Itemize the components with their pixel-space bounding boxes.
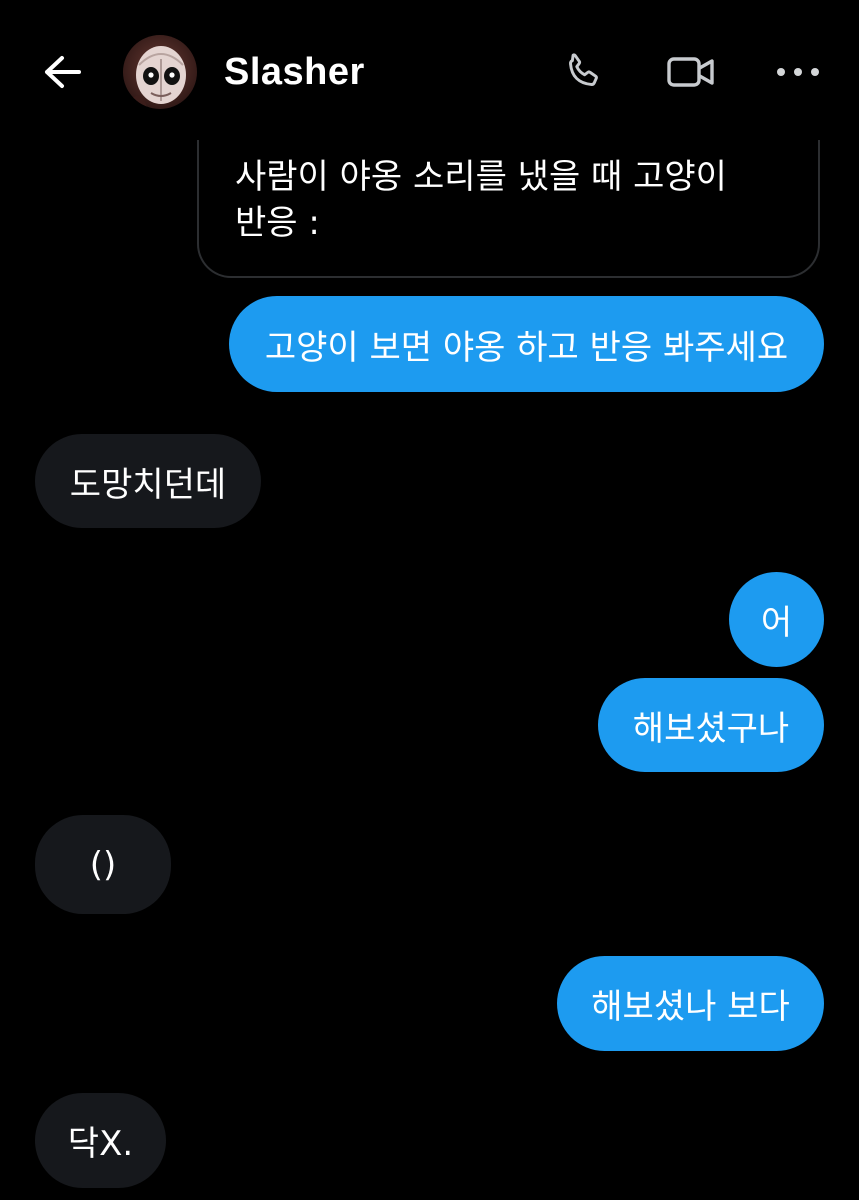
avatar-mask-image <box>123 35 197 109</box>
quoted-message-card[interactable]: 사람이 야옹 소리를 냈을 때 고양이 반응 : <box>197 118 820 278</box>
message-text: () <box>89 844 117 885</box>
avatar[interactable] <box>123 35 197 109</box>
message-text: 해보셨구나 <box>632 708 790 749</box>
message-bubble-received[interactable]: 도망치던데 <box>35 434 261 528</box>
message-bubble-sent[interactable]: 해보셨구나 <box>598 678 824 772</box>
message-bubble-sent[interactable]: 어 <box>729 572 824 667</box>
more-horizontal-icon <box>777 68 819 76</box>
more-options-button[interactable] <box>770 46 826 98</box>
message-text: 해보셨나 보다 <box>591 987 790 1027</box>
message-text: 닥X. <box>67 1124 134 1164</box>
message-text: 고양이 보면 야옹 하고 반응 봐주세요 <box>264 327 789 368</box>
voice-call-button[interactable] <box>556 46 610 98</box>
message-text: 도망치던데 <box>69 464 227 505</box>
phone-icon <box>569 53 598 86</box>
contact-name[interactable]: Slasher <box>224 48 365 96</box>
video-camera-icon <box>667 57 714 87</box>
chat-header: Slasher <box>0 0 859 140</box>
quoted-message-text: 사람이 야옹 소리를 냈을 때 고양이 반응 : <box>235 157 727 243</box>
message-bubble-sent[interactable]: 해보셨나 보다 <box>557 956 824 1051</box>
message-bubble-received[interactable]: 닥X. <box>35 1093 166 1188</box>
back-button[interactable] <box>38 50 86 94</box>
video-call-button[interactable] <box>661 46 721 98</box>
message-bubble-sent[interactable]: 고양이 보면 야옹 하고 반응 봐주세요 <box>229 296 824 392</box>
arrow-left-icon <box>45 56 81 88</box>
message-text: 어 <box>760 603 793 643</box>
message-bubble-received[interactable]: () <box>35 815 171 914</box>
conversation-area: 사람이 야옹 소리를 냈을 때 고양이 반응 : 고양이 보면 야옹 하고 반응… <box>0 0 859 1200</box>
